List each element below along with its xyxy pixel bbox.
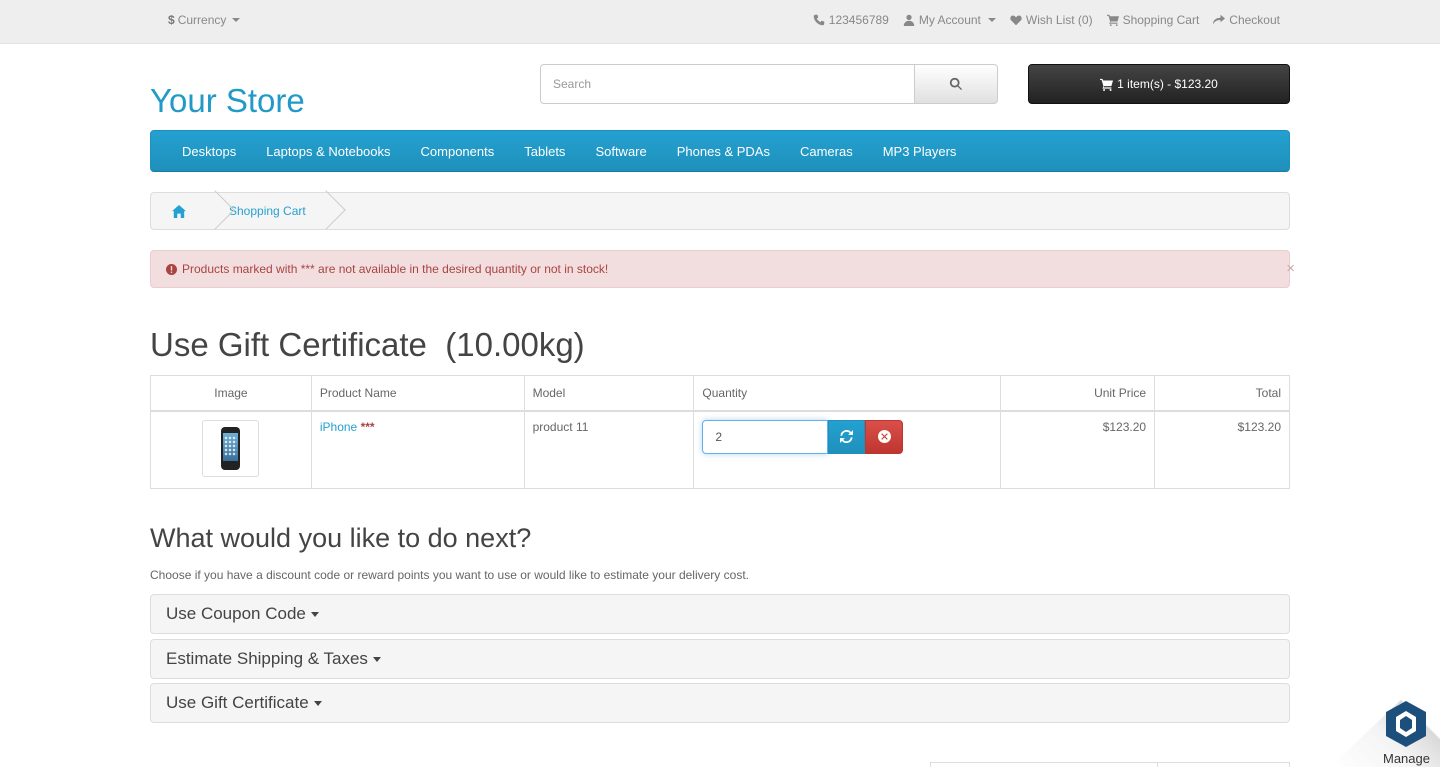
- header-quantity: Quantity: [693, 375, 1002, 412]
- search-input[interactable]: [540, 64, 914, 104]
- product-name-cell: iPhone ***: [310, 410, 525, 489]
- line-total: $123.20: [1154, 410, 1290, 489]
- table-row: iPhone *** product 11 $123.20 $123.20: [150, 410, 1290, 489]
- wish-list-link[interactable]: Wish List (0): [1010, 13, 1093, 27]
- alert-close-button[interactable]: ×: [1286, 260, 1295, 277]
- cart-summary-button[interactable]: 1 item(s) - $123.20: [1028, 64, 1290, 104]
- gift-certificate-panel-title: Use Gift Certificate: [166, 693, 309, 712]
- checkout-link[interactable]: Checkout: [1213, 13, 1280, 27]
- home-icon: [172, 204, 186, 218]
- header-total: Total: [1154, 375, 1290, 412]
- shopping-cart-label: Shopping Cart: [1122, 13, 1200, 27]
- manage-logo-icon: [1386, 701, 1426, 747]
- quantity-group: [702, 419, 992, 454]
- menu-item-components[interactable]: Components: [406, 144, 510, 159]
- caret-down-icon: [232, 18, 241, 22]
- exclamation-circle-icon: [166, 263, 177, 275]
- product-model: product 11: [523, 410, 695, 489]
- remove-circle-icon: [877, 430, 891, 443]
- cart-table: Image Product Name Model Quantity Unit P…: [150, 375, 1290, 489]
- currency-symbol: $: [168, 13, 175, 27]
- manage-label: Manage: [1383, 751, 1430, 766]
- coupon-panel-title: Use Coupon Code: [166, 604, 306, 623]
- product-thumbnail[interactable]: [202, 419, 260, 477]
- stock-alert: Products marked with *** are not availab…: [150, 250, 1295, 288]
- cart-summary-text: 1 item(s) - $123.20: [1117, 77, 1218, 91]
- product-link[interactable]: iPhone: [320, 420, 357, 434]
- caret-down-icon: [313, 700, 322, 706]
- my-account-label: My Account: [918, 13, 981, 27]
- user-icon: [903, 14, 915, 26]
- store-logo[interactable]: Your Store: [150, 82, 305, 120]
- page-title: Use Gift Certificate (10.00kg): [150, 326, 585, 363]
- totals-table: [930, 762, 1290, 767]
- update-button[interactable]: [828, 419, 866, 454]
- alert-message: Products marked with *** are not availab…: [182, 262, 609, 276]
- menu-item-laptops[interactable]: Laptops & Notebooks: [251, 144, 405, 159]
- menu-item-phones[interactable]: Phones & PDAs: [662, 144, 785, 159]
- header-unit-price: Unit Price: [1000, 375, 1156, 412]
- unit-price: $123.20: [1000, 410, 1156, 489]
- phone-link[interactable]: 123456789: [813, 13, 889, 27]
- checkout-label: Checkout: [1229, 13, 1280, 27]
- next-description: Choose if you have a discount code or re…: [150, 568, 749, 582]
- caret-down-icon: [310, 611, 319, 617]
- coupon-panel-toggle[interactable]: Use Coupon Code: [150, 594, 1290, 634]
- main-menu: Desktops Laptops & Notebooks Components …: [150, 130, 1290, 172]
- refresh-icon: [840, 430, 854, 443]
- menu-item-cameras[interactable]: Cameras: [785, 144, 868, 159]
- gift-certificate-panel-toggle[interactable]: Use Gift Certificate: [150, 683, 1290, 723]
- iphone-image: [221, 426, 241, 470]
- table-header-row: Image Product Name Model Quantity Unit P…: [150, 375, 1290, 412]
- breadcrumb-separator: [318, 192, 332, 230]
- header-image: Image: [150, 375, 312, 412]
- search-icon: [949, 77, 963, 91]
- menu-item-mp3-players[interactable]: MP3 Players: [868, 144, 972, 159]
- breadcrumb-separator: [207, 192, 221, 230]
- currency-label: Currency: [177, 13, 227, 27]
- caret-down-icon: [372, 656, 381, 662]
- search-bar: [540, 64, 998, 104]
- header-product-name: Product Name: [310, 375, 525, 412]
- top-links: 123456789 My Account Wish List (0) Shopp…: [813, 13, 1280, 27]
- currency-dropdown[interactable]: $ Currency: [168, 13, 241, 27]
- wish-list-label: Wish List (0): [1025, 13, 1093, 27]
- breadcrumb: Shopping Cart: [150, 192, 1290, 230]
- my-account-dropdown[interactable]: My Account: [903, 13, 996, 27]
- shipping-panel-title: Estimate Shipping & Taxes: [166, 649, 368, 668]
- breadcrumb-shopping-cart[interactable]: Shopping Cart: [221, 204, 318, 218]
- phone-number: 123456789: [828, 13, 889, 27]
- menu-item-software[interactable]: Software: [580, 144, 661, 159]
- heart-icon: [1010, 15, 1022, 26]
- top-bar: $ Currency 123456789 My Account Wish Lis…: [0, 0, 1440, 44]
- menu-item-desktops[interactable]: Desktops: [167, 144, 251, 159]
- phone-icon: [813, 14, 825, 26]
- shipping-panel-toggle[interactable]: Estimate Shipping & Taxes: [150, 639, 1290, 679]
- product-image-cell: [150, 410, 312, 489]
- header-model: Model: [523, 375, 695, 412]
- search-button[interactable]: [914, 64, 998, 104]
- manage-widget[interactable]: Manage: [1330, 663, 1440, 767]
- quantity-cell: [693, 410, 1002, 489]
- cart-icon: [1106, 14, 1119, 26]
- remove-button[interactable]: [865, 419, 904, 454]
- cart-icon: [1100, 78, 1114, 91]
- shopping-cart-link[interactable]: Shopping Cart: [1106, 13, 1200, 27]
- caret-down-icon: [987, 18, 996, 22]
- menu-item-tablets[interactable]: Tablets: [509, 144, 580, 159]
- next-heading: What would you like to do next?: [150, 523, 532, 553]
- out-of-stock-flag: ***: [360, 419, 375, 434]
- quantity-input[interactable]: [702, 419, 829, 454]
- share-icon: [1213, 14, 1226, 25]
